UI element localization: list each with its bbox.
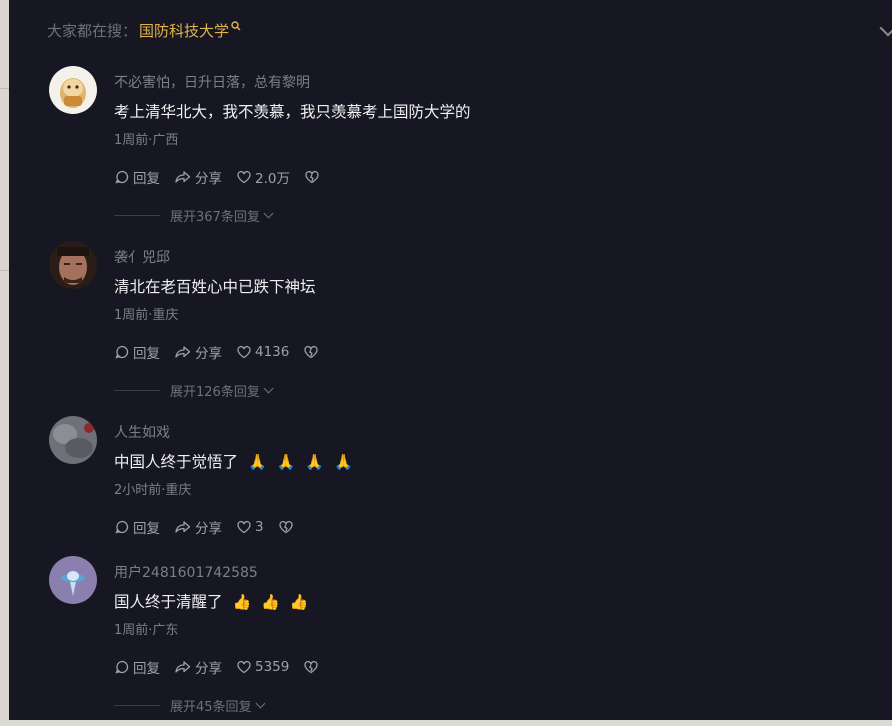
search-term-link[interactable]: 国防科技大学 — [139, 20, 229, 41]
heart-icon — [237, 660, 251, 674]
margin-tick — [0, 88, 9, 89]
comment-actions: 回复 分享 4136 — [114, 342, 336, 362]
reply-label: 回复 — [133, 521, 160, 537]
share-button[interactable]: 分享 — [174, 517, 222, 537]
avatar[interactable] — [49, 556, 97, 604]
comment-actions: 回复 分享 2.0万 — [114, 167, 337, 187]
broken-heart-icon — [278, 520, 293, 534]
comment-text-body: 国人终于清醒了 — [114, 593, 223, 611]
comment-text-body: 中国人终于觉悟了 — [114, 453, 239, 471]
comment-meta: 1周前·重庆 — [114, 308, 179, 323]
expand-replies-button[interactable]: 展开126条回复 — [114, 381, 274, 400]
chevron-down-icon[interactable] — [879, 19, 892, 37]
divider — [114, 705, 160, 706]
pray-emoji: 🙏 — [248, 453, 267, 471]
heart-icon — [237, 170, 251, 184]
like-button[interactable]: 4136 — [236, 344, 289, 360]
chevron-down-icon — [263, 208, 274, 219]
like-count: 2.0万 — [255, 171, 290, 187]
thumbs-up-emoji: 👍 — [232, 593, 252, 611]
reply-button[interactable]: 回复 — [114, 167, 160, 187]
comment-item: 用户2481601742585 国人终于清醒了 👍 👍 👍 1周前·广东 回复 分享 … — [9, 556, 892, 720]
reply-icon — [115, 660, 129, 674]
broken-heart-icon — [304, 345, 319, 359]
pray-emoji: 🙏 — [276, 453, 296, 471]
comment-text: 中国人终于觉悟了 🙏 🙏 🙏 🙏 — [114, 450, 353, 472]
reply-button[interactable]: 回复 — [114, 342, 160, 362]
broken-heart-icon — [304, 660, 319, 674]
chevron-down-icon — [255, 698, 265, 709]
comment-item: 不必害怕，日升日落，总有黎明 考上清华北大，我不羡慕，我只羡慕考上国防大学的 1… — [9, 66, 892, 236]
like-button[interactable]: 2.0万 — [236, 167, 290, 187]
reply-label: 回复 — [133, 346, 160, 362]
reply-icon — [115, 170, 129, 184]
dislike-button[interactable] — [303, 659, 322, 675]
expand-replies-label: 展开126条回复 — [170, 385, 260, 400]
comment-text: 国人终于清醒了 👍 👍 👍 — [114, 590, 309, 612]
share-label: 分享 — [195, 521, 222, 537]
comment-text: 清北在老百姓心中已跌下神坛 — [114, 278, 316, 296]
like-button[interactable]: 5359 — [236, 659, 289, 675]
expand-replies-label: 展开367条回复 — [170, 210, 260, 225]
comment-item: 袭亻兕邱 清北在老百姓心中已跌下神坛 1周前·重庆 回复 分享 4136 展开1… — [9, 241, 892, 411]
share-button[interactable]: 分享 — [174, 342, 222, 362]
share-label: 分享 — [195, 171, 222, 187]
share-button[interactable]: 分享 — [174, 657, 222, 677]
reply-button[interactable]: 回复 — [114, 657, 160, 677]
avatar[interactable] — [49, 66, 97, 114]
expand-replies-button[interactable]: 展开367条回复 — [114, 206, 274, 225]
chevron-down-icon — [263, 383, 274, 394]
dislike-button[interactable] — [303, 344, 322, 360]
reply-label: 回复 — [133, 661, 160, 677]
avatar[interactable] — [49, 241, 97, 289]
heart-icon — [237, 345, 251, 359]
like-count: 5359 — [255, 659, 290, 675]
share-icon — [175, 171, 191, 183]
share-icon — [175, 661, 191, 673]
left-margin — [0, 0, 9, 726]
comment-username[interactable]: 人生如戏 — [114, 422, 170, 442]
comment-text: 考上清华北大，我不羡慕，我只羡慕考上国防大学的 — [114, 103, 471, 121]
trending-search-bar[interactable]: 大家都在搜： 国防科技大学 — [47, 18, 241, 42]
divider — [114, 390, 160, 391]
broken-heart-icon — [305, 170, 319, 184]
heart-icon — [237, 520, 251, 534]
comment-username[interactable]: 袭亻兕邱 — [114, 247, 170, 267]
dislike-button[interactable] — [304, 169, 323, 185]
share-label: 分享 — [195, 346, 222, 362]
like-count: 4136 — [255, 344, 290, 360]
reply-icon — [115, 345, 129, 359]
comment-meta: 1周前·广西 — [114, 133, 179, 148]
reply-button[interactable]: 回复 — [114, 517, 160, 537]
expand-replies-button[interactable]: 展开45条回复 — [114, 696, 265, 715]
avatar[interactable] — [49, 416, 97, 464]
thumbs-up-emoji: 👍 — [289, 593, 309, 611]
dislike-button[interactable] — [278, 519, 297, 535]
comment-username[interactable]: 不必害怕，日升日落，总有黎明 — [114, 72, 310, 92]
share-icon — [175, 521, 191, 533]
pray-emoji: 🙏 — [334, 453, 353, 471]
search-prefix: 大家都在搜： — [47, 21, 138, 40]
comment-username[interactable]: 用户2481601742585 — [114, 562, 258, 582]
comment-meta: 2小时前·重庆 — [114, 483, 192, 498]
comment-actions: 回复 分享 5359 — [114, 657, 336, 677]
like-button[interactable]: 3 — [236, 519, 264, 535]
comment-actions: 回复 分享 3 — [114, 517, 311, 537]
expand-replies-label: 展开45条回复 — [170, 700, 252, 715]
share-label: 分享 — [195, 661, 222, 677]
search-icon — [231, 21, 241, 31]
pray-emoji: 🙏 — [305, 453, 325, 471]
share-icon — [175, 346, 191, 358]
reply-icon — [115, 520, 129, 534]
comment-meta: 1周前·广东 — [114, 623, 179, 638]
reply-label: 回复 — [133, 171, 160, 187]
margin-tick — [0, 270, 9, 271]
bottom-margin — [0, 720, 892, 726]
divider — [114, 215, 160, 216]
share-button[interactable]: 分享 — [174, 167, 222, 187]
comment-panel: 大家都在搜： 国防科技大学 不必害怕，日升日落，总有黎明 考上清华北大，我不羡慕… — [9, 0, 892, 720]
thumbs-up-emoji: 👍 — [261, 593, 280, 611]
like-count: 3 — [255, 519, 264, 535]
